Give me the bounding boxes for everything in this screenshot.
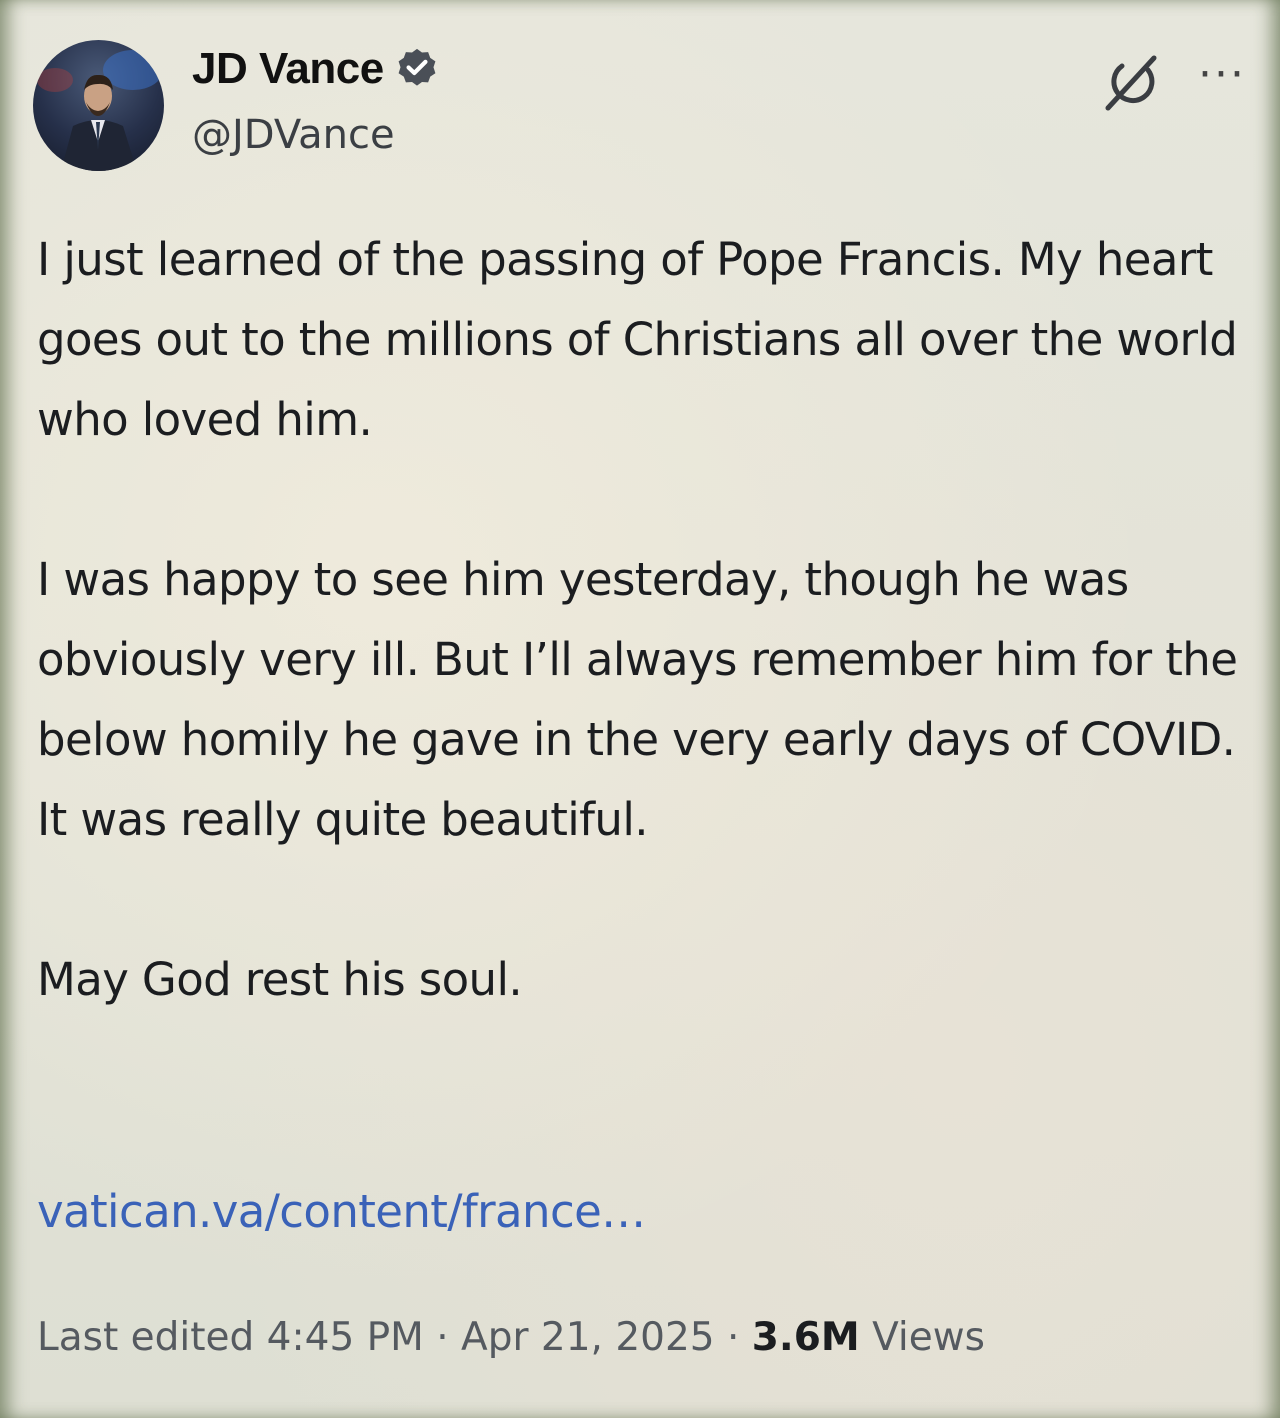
meta-separator: · bbox=[714, 1315, 752, 1360]
grok-button[interactable] bbox=[1100, 50, 1164, 114]
views-count: 3.6M bbox=[751, 1315, 860, 1360]
post-paragraph: I was happy to see him yesterday, though… bbox=[37, 553, 1238, 846]
post-time[interactable]: 4:45 PM bbox=[267, 1315, 424, 1360]
views-label: Views bbox=[859, 1315, 985, 1360]
more-options-button[interactable]: ··· bbox=[1192, 50, 1252, 100]
post-paragraph: May God rest his soul. bbox=[37, 953, 523, 1006]
author-handle[interactable]: @JDVance bbox=[192, 112, 395, 158]
edited-label: Last edited bbox=[37, 1315, 267, 1360]
verified-badge-icon bbox=[394, 46, 440, 92]
avatar[interactable] bbox=[33, 40, 164, 171]
post-date[interactable]: Apr 21, 2025 bbox=[461, 1315, 715, 1360]
post-metadata: Last edited 4:45 PM · Apr 21, 2025 · 3.6… bbox=[37, 1306, 985, 1370]
avatar-photo bbox=[37, 50, 163, 171]
post-screen: JD Vance @JDVance ··· I just learned of … bbox=[0, 0, 1280, 1418]
meta-separator: · bbox=[423, 1315, 462, 1360]
post-link[interactable]: vatican.va/content/france… bbox=[37, 1172, 646, 1252]
author-display-name[interactable]: JD Vance bbox=[192, 44, 384, 94]
grok-icon bbox=[1105, 55, 1157, 111]
post-paragraph: I just learned of the passing of Pope Fr… bbox=[37, 233, 1238, 446]
post-body: I just learned of the passing of Pope Fr… bbox=[37, 220, 1252, 1020]
author-name-row: JD Vance bbox=[192, 44, 440, 94]
